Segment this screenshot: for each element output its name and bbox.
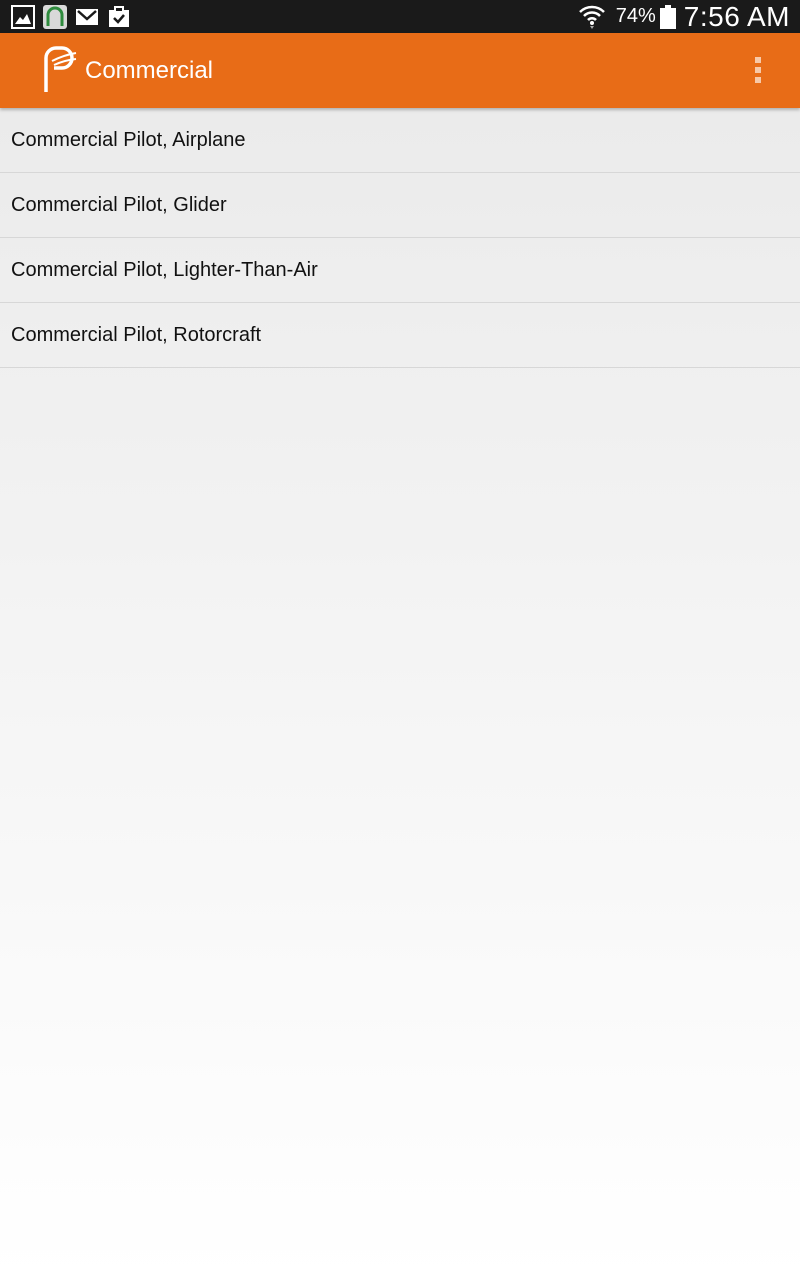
page-title: Commercial [85, 57, 214, 84]
gallery-icon [11, 5, 35, 29]
overflow-menu-icon[interactable] [746, 53, 770, 89]
list-item-label: Commercial Pilot, Glider [11, 193, 227, 216]
list-item[interactable]: Commercial Pilot, Airplane [0, 108, 800, 173]
battery-percent: 74% [615, 5, 656, 27]
status-bar: 74% 7:56 AM [0, 0, 800, 33]
wifi-icon [578, 5, 605, 29]
gmail-icon [76, 9, 98, 25]
list-item[interactable]: Commercial Pilot, Glider [0, 173, 800, 238]
list-item-label: Commercial Pilot, Rotorcraft [11, 323, 262, 346]
list-item[interactable]: Commercial Pilot, Lighter-Than-Air [0, 238, 800, 303]
app-bar: Commercial [0, 33, 800, 108]
battery-icon [659, 4, 676, 29]
notification-icons [11, 5, 139, 29]
system-status: 74% 7:56 AM [578, 0, 790, 33]
list-item-label: Commercial Pilot, Lighter-Than-Air [11, 258, 318, 281]
list-item-label: Commercial Pilot, Airplane [11, 128, 246, 151]
certificate-list: Commercial Pilot, Airplane Commercial Pi… [0, 108, 800, 368]
clock: 7:56 AM [683, 0, 790, 32]
list-item[interactable]: Commercial Pilot, Rotorcraft [0, 303, 800, 368]
clipboard-check-icon [109, 6, 129, 27]
app-notification-icon [43, 5, 67, 29]
app-logo-icon[interactable] [40, 46, 78, 94]
